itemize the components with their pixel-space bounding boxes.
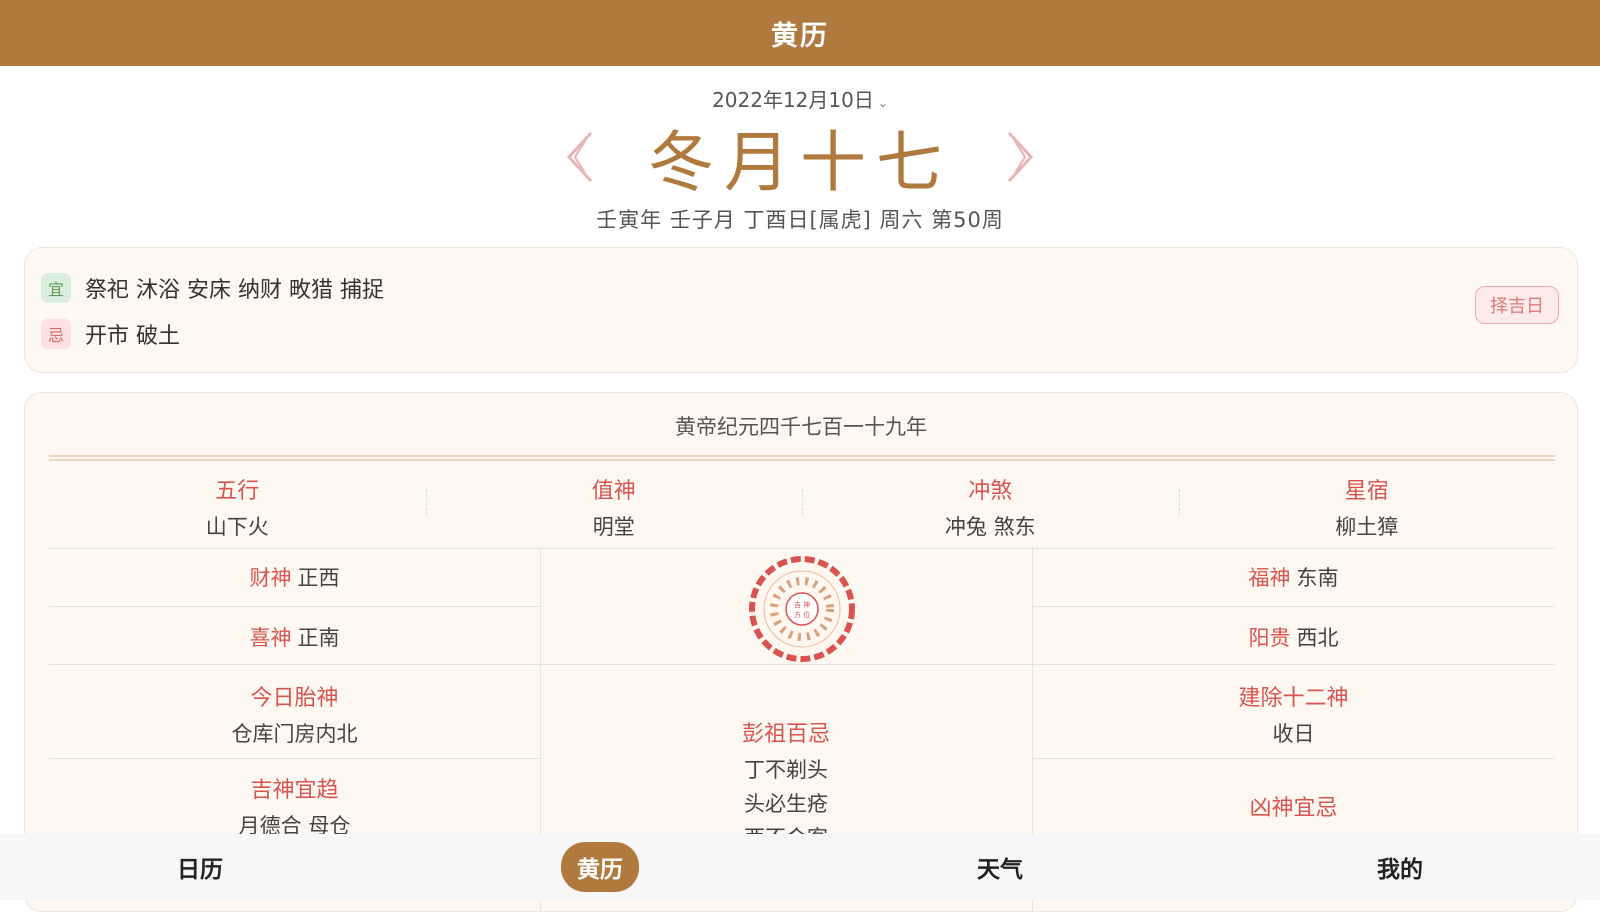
xingxiu-cell: 星宿 柳土獐 [1178, 467, 1556, 547]
divider [1032, 758, 1555, 759]
yanggui-label: 阳贵 [1248, 626, 1291, 650]
xishen-label: 喜神 [249, 626, 292, 650]
nav-mine[interactable]: 我的 [1200, 834, 1600, 900]
wuxing-cell: 五行 山下火 [49, 467, 426, 547]
jianchu-cell: 建除十二神 收日 [1032, 680, 1555, 748]
wuxing-value: 山下火 [205, 515, 269, 539]
taishen-cell: 今日胎神 仓库门房内北 [49, 680, 540, 748]
divider [49, 664, 1555, 665]
yiji-card: 宜 祭祀 沐浴 安床 纳财 畋猎 捕捉 忌 开市 破土 择吉日 [24, 247, 1578, 373]
compass-wheel-icon[interactable]: 吉 神 方 位 [749, 556, 855, 662]
divider [1032, 606, 1555, 607]
lunar-date-row: 冬月十七 [0, 112, 1600, 202]
chevron-down-icon: ⌄ [877, 96, 888, 110]
jianchu-label: 建除十二神 [1238, 686, 1349, 711]
fushen-cell: 福神 东南 [1032, 562, 1555, 592]
divider [49, 548, 1555, 549]
next-day-button[interactable] [1002, 129, 1038, 185]
caishen-value: 正西 [297, 566, 340, 590]
zhishen-value: 明堂 [592, 515, 635, 539]
divider [49, 758, 540, 759]
yi-text: 祭祀 沐浴 安床 纳财 畋猎 捕捉 [85, 278, 384, 303]
ji-row: 忌 开市 破土 [41, 318, 180, 350]
yanggui-value: 西北 [1296, 626, 1339, 650]
taishen-value: 仓库门房内北 [231, 722, 358, 746]
page-title: 黄历 [771, 20, 829, 52]
ji-text: 开市 破土 [85, 324, 180, 349]
fushen-label: 福神 [1248, 566, 1291, 590]
pengzu-line2: 头必生疮 [744, 792, 828, 816]
yi-tag: 宜 [41, 273, 71, 303]
xingxiu-value: 柳土獐 [1335, 515, 1399, 539]
divider [49, 606, 540, 607]
caishen-cell: 财神 正西 [49, 562, 540, 592]
nav-calendar-label: 日历 [177, 857, 223, 883]
nav-almanac[interactable]: 黄历 [400, 834, 800, 900]
jishen-label: 吉神宜趋 [250, 778, 339, 803]
divider [49, 455, 1555, 461]
taishen-label: 今日胎神 [250, 686, 339, 711]
yanggui-cell: 阳贵 西北 [1032, 622, 1555, 652]
nav-calendar[interactable]: 日历 [0, 834, 400, 900]
era-title: 黄帝纪元四千七百一十九年 [675, 415, 927, 439]
prev-day-button[interactable] [562, 129, 598, 185]
chongsha-cell: 冲煞 冲兔 煞东 [802, 467, 1179, 547]
chongsha-label: 冲煞 [968, 479, 1013, 504]
pengzu-label: 彭祖百忌 [741, 722, 830, 747]
jishen-cell: 吉神宜趋 月德合 母仓 [49, 772, 540, 840]
nav-weather[interactable]: 天气 [800, 834, 1200, 900]
fushen-value: 东南 [1296, 566, 1339, 590]
nav-mine-label: 我的 [1377, 857, 1423, 883]
yi-row: 宜 祭祀 沐浴 安床 纳财 畋猎 捕捉 [41, 272, 384, 304]
pengzu-cell: 彭祖百忌 丁不剃头 头必生疮 酉不会客 [540, 716, 1032, 852]
ji-tag: 忌 [41, 319, 71, 349]
zhishen-cell: 值神 明堂 [425, 467, 803, 547]
wuxing-label: 五行 [215, 479, 260, 504]
chevron-left-icon [566, 131, 593, 183]
ganzhi-info: 壬寅年 壬子月 丁酉日[属虎] 周六 第50周 [596, 208, 1004, 232]
nav-weather-label: 天气 [977, 857, 1023, 883]
chongsha-value: 冲兔 煞东 [944, 515, 1036, 539]
lunar-date: 冬月十七 [648, 124, 952, 201]
chevron-right-icon [1007, 131, 1034, 183]
bottom-nav: 日历 黄历 天气 我的 [0, 834, 1600, 900]
svg-text:吉 神: 吉 神 [794, 600, 810, 609]
top-info-row: 五行 山下火 值神 明堂 冲煞 冲兔 煞东 星宿 柳土獐 [49, 467, 1555, 547]
svg-text:方 位: 方 位 [794, 610, 810, 619]
nav-almanac-label: 黄历 [561, 842, 639, 892]
xishen-value: 正南 [297, 626, 340, 650]
choose-auspicious-day-button[interactable]: 择吉日 [1475, 286, 1559, 324]
pengzu-line1: 丁不剃头 [744, 758, 828, 782]
xiongshen-label: 凶神宜忌 [1249, 796, 1338, 821]
xiongshen-cell: 凶神宜忌 [1032, 790, 1555, 822]
jianchu-value: 收日 [1272, 722, 1315, 746]
xingxiu-label: 星宿 [1344, 479, 1389, 504]
caishen-label: 财神 [249, 566, 292, 590]
top-bar: 黄历 [0, 0, 1600, 66]
xishen-cell: 喜神 正南 [49, 622, 540, 652]
zhishen-label: 值神 [591, 479, 636, 504]
